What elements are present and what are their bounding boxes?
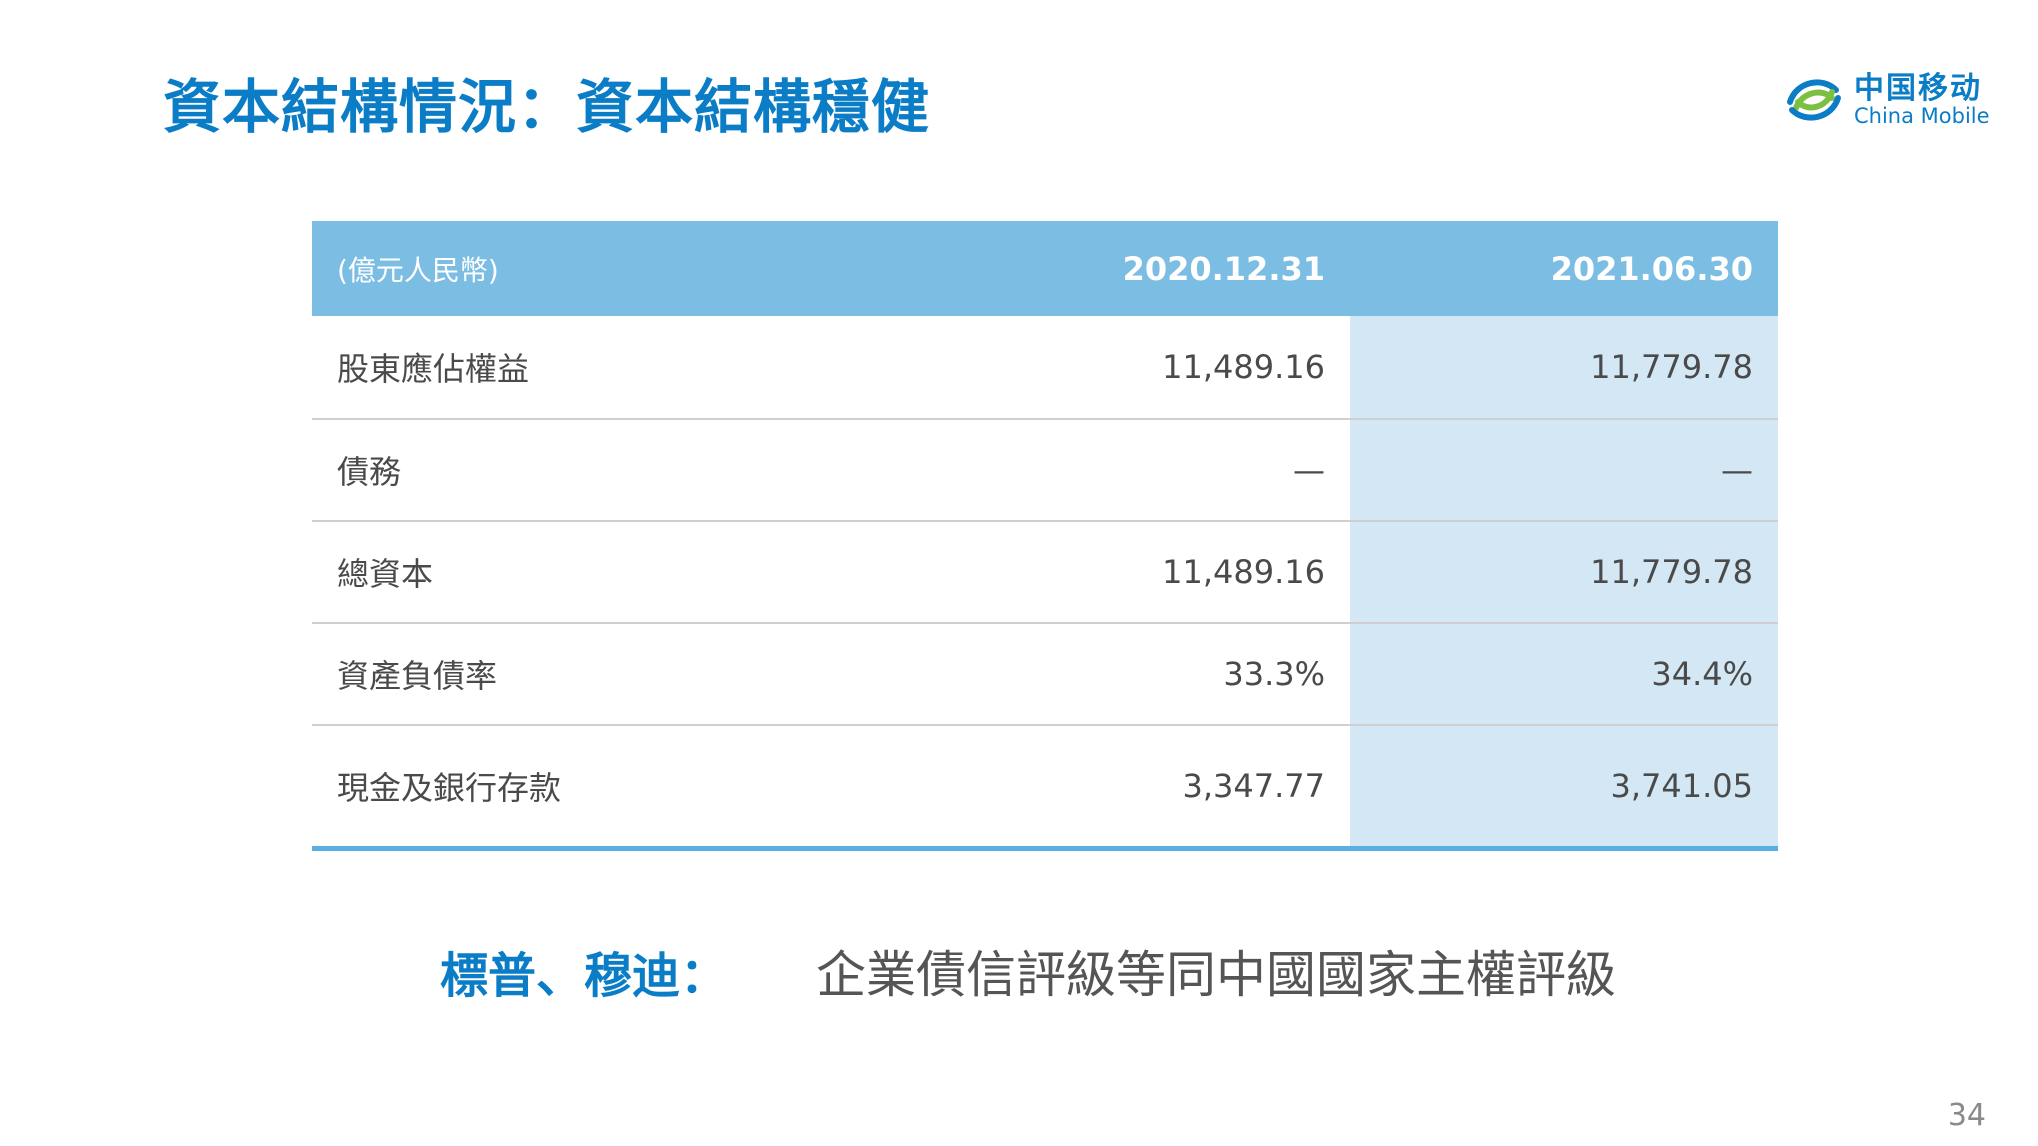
row-value-2021: 34.4%: [1350, 622, 1778, 724]
row-value-2021: 3,741.05: [1350, 724, 1778, 846]
col-2021-header: 2021.06.30: [1550, 249, 1753, 288]
row-label: 總資本: [312, 520, 1032, 622]
row-value-2020: 11,489.16: [1162, 348, 1325, 386]
table-row: 債務 — —: [312, 418, 1778, 520]
row-label: 股東應佔權益: [337, 350, 530, 388]
china-mobile-logo: 中国移动 China Mobile: [1782, 68, 1990, 132]
table-row: 資產負債率 33.3% 34.4%: [312, 622, 1778, 724]
row-value-2021: 11,779.78: [1350, 520, 1778, 622]
row-label: 債務: [312, 418, 1032, 520]
row-value-2020: 11,489.16: [1032, 520, 1350, 622]
table-row: 股東應佔權益 11,489.16 11,779.78: [312, 316, 1778, 418]
page-number: 34: [1947, 1098, 1986, 1133]
table-header-row: (億元人民幣) 2020.12.31 2021.06.30: [312, 221, 1778, 316]
row-value-2020: —: [1032, 418, 1350, 520]
china-mobile-logo-icon: [1787, 79, 1841, 121]
table-row: 現金及銀行存款 3,347.77 3,741.05: [312, 724, 1778, 846]
logo-name-en: China Mobile: [1854, 103, 1990, 128]
table-bottom-divider: [312, 846, 1778, 851]
row-label: 資產負債率: [312, 622, 1032, 724]
page-title: 資本結構情況：資本結構穩健: [163, 73, 931, 141]
unit-header: (億元人民幣): [337, 253, 499, 287]
row-value-2020: 3,347.77: [1032, 724, 1350, 846]
capital-structure-table: (億元人民幣) 2020.12.31 2021.06.30 股東應佔權益 11,…: [312, 221, 1778, 851]
row-value-2021: —: [1350, 418, 1778, 520]
credit-rating-note: 標普、穆迪： 企業債信評級等同中國國家主權評級: [440, 935, 1616, 1007]
rating-agencies-label: 標普、穆迪：: [440, 948, 729, 1004]
rating-statement: 企業債信評級等同中國國家主權評級: [816, 946, 1616, 1004]
col-2020-header: 2020.12.31: [1122, 249, 1325, 288]
logo-name-cn: 中国移动: [1854, 70, 1982, 106]
row-value-2020: 33.3%: [1032, 622, 1350, 724]
table-row: 總資本 11,489.16 11,779.78: [312, 520, 1778, 622]
row-label: 現金及銀行存款: [312, 724, 1032, 846]
row-value-2021: 11,779.78: [1350, 316, 1778, 418]
